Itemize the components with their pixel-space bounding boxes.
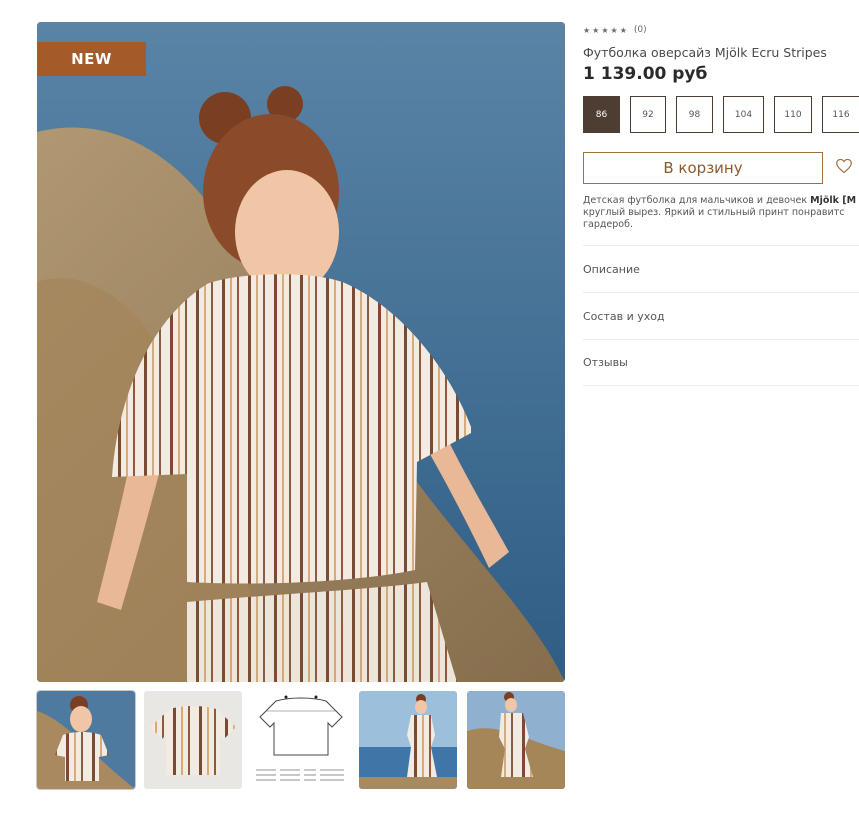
thumbnail-2[interactable]	[144, 691, 242, 789]
size-selector: 86 92 98 104 110 116	[583, 96, 859, 134]
product-price: 1 139.00 руб	[583, 64, 708, 84]
product-info: ★★★★★ (0) Футболка оверсайз Mjölk Ecru S…	[583, 22, 859, 402]
description-line-3: гардероб.	[583, 219, 633, 230]
product-photo-image	[37, 22, 565, 682]
heart-icon[interactable]	[835, 158, 857, 178]
description-line-2: круглый вырез. Яркий и стильный принт по…	[583, 207, 845, 218]
thumbnail-image	[37, 691, 135, 789]
thumbnail-image	[359, 691, 457, 789]
rating-row: ★★★★★ (0)	[583, 22, 859, 38]
thumbnail-image	[467, 691, 565, 789]
accordion-description-label: Описание	[583, 262, 640, 276]
accordion-composition[interactable]: Состав и уход	[583, 292, 859, 339]
accordion-description[interactable]: Описание	[583, 245, 859, 292]
review-count[interactable]: (0)	[634, 25, 647, 35]
rating-stars-icon: ★★★★★	[583, 25, 629, 35]
new-badge: NEW	[37, 42, 146, 76]
main-product-photo[interactable]: NEW	[37, 22, 565, 682]
thumbnail-3[interactable]	[252, 691, 350, 789]
size-option-110[interactable]: 110	[774, 96, 812, 133]
accordion-reviews[interactable]: Отзывы	[583, 339, 859, 386]
thumbnail-1[interactable]	[36, 690, 136, 790]
thumbnail-image	[252, 691, 350, 789]
add-to-cart-button[interactable]: В корзину	[583, 152, 823, 184]
size-option-104[interactable]: 104	[723, 96, 764, 133]
thumbnail-4[interactable]	[359, 691, 457, 789]
accordion-composition-label: Состав и уход	[583, 309, 665, 323]
product-short-description: Детская футболка для мальчиков и девочек…	[583, 195, 859, 231]
size-option-92[interactable]: 92	[630, 96, 666, 133]
thumbnail-strip	[36, 690, 565, 790]
description-line-1: Детская футболка для мальчиков и девочек	[583, 195, 811, 206]
thumbnail-5[interactable]	[467, 691, 565, 789]
size-option-86[interactable]: 86	[583, 96, 620, 133]
product-title: Футболка оверсайз Mjölk Ecru Stripes	[583, 45, 827, 60]
size-option-116[interactable]: 116	[822, 96, 859, 133]
description-brand: Mjölk [M	[810, 195, 857, 206]
accordion-reviews-label: Отзывы	[583, 356, 628, 369]
size-option-98[interactable]: 98	[676, 96, 713, 133]
thumbnail-image	[144, 691, 242, 789]
